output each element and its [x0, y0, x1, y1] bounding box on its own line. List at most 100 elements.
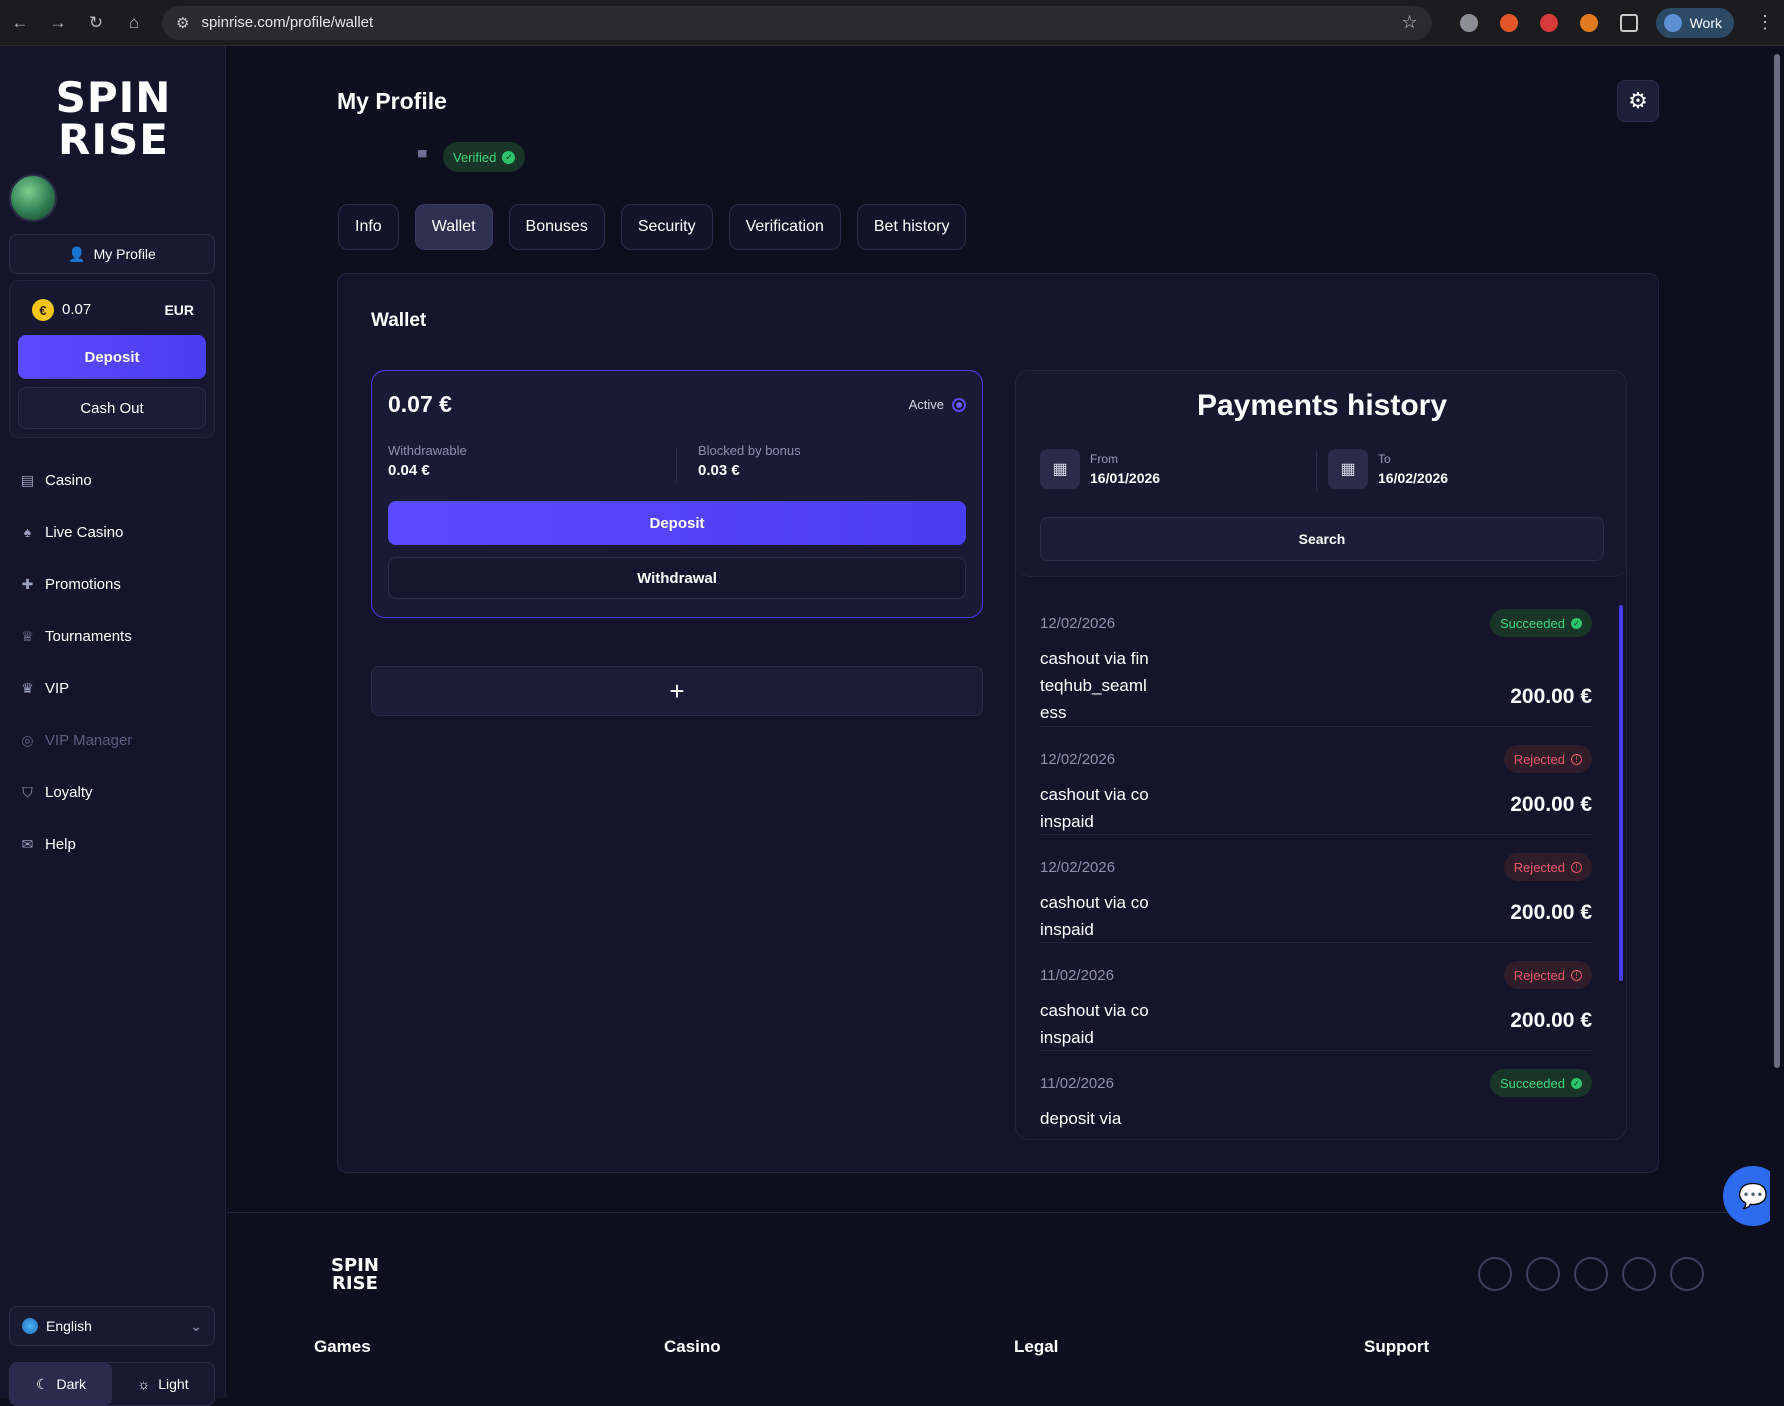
address-bar[interactable]: ⚙ spinrise.com/profile/wallet ☆: [162, 5, 1432, 40]
payment-amount: 200.00 €: [1510, 793, 1592, 816]
language-select[interactable]: English ⌄: [9, 1306, 215, 1346]
puzzle-icon[interactable]: [1619, 13, 1638, 32]
sidebar-item-label: Loyalty: [45, 783, 93, 801]
cash-out-button[interactable]: Cash Out: [18, 387, 206, 429]
settings-button[interactable]: ⚙: [1617, 80, 1659, 122]
tab-wallet[interactable]: Wallet: [414, 204, 493, 250]
footer: SPIN RISE Games Casino Legal Support: [227, 1212, 1770, 1398]
sidebar-item-promotions[interactable]: ✚ Promotions: [20, 558, 132, 610]
deposit-button[interactable]: Deposit: [388, 501, 966, 545]
check-circle-icon: ✓: [1571, 1077, 1582, 1089]
divider: [676, 447, 677, 483]
status-badge: Succeeded ✓: [1489, 609, 1592, 637]
list-item[interactable]: 12/02/2026 Succeeded ✓ cashout via finteq…: [1040, 591, 1592, 727]
add-wallet-button[interactable]: +: [371, 666, 983, 716]
footer-heading-games: Games: [314, 1337, 371, 1356]
tab-security[interactable]: Security: [620, 204, 713, 250]
logo[interactable]: SPIN RISE: [36, 74, 191, 164]
scrollbar[interactable]: [1619, 605, 1623, 981]
to-label: To: [1378, 452, 1391, 466]
list-item[interactable]: 11/02/2026 Rejected! cashout via coinspa…: [1040, 943, 1592, 1051]
wallet-card: Wallet 0.07 € Active Withdrawable 0.04 €…: [337, 273, 1659, 1173]
calendar-icon: ▦: [1040, 449, 1080, 489]
extension-icon[interactable]: [1539, 13, 1558, 32]
tab-bet-history[interactable]: Bet history: [856, 204, 967, 250]
back-icon[interactable]: ←: [10, 13, 30, 33]
tab-info[interactable]: Info: [338, 204, 399, 250]
verified-label: Verified: [453, 149, 497, 165]
wallet-active-label: Active: [908, 397, 944, 412]
sidebar-item-live-casino[interactable]: ♠ Live Casino: [20, 506, 132, 558]
footer-heading-casino: Casino: [664, 1337, 721, 1356]
footer-logo-bottom: RISE: [332, 1273, 378, 1294]
page-scrollbar-thumb[interactable]: [1774, 54, 1780, 1068]
status-label: Rejected: [1513, 967, 1565, 983]
language-label: English: [46, 1318, 92, 1334]
balance-currency: EUR: [164, 302, 194, 318]
payment-date: 11/02/2026: [1040, 967, 1114, 984]
site-info-icon[interactable]: ⚙: [176, 14, 189, 32]
payment-date: 12/02/2026: [1040, 859, 1116, 876]
crown-icon: ♛: [21, 679, 34, 696]
blocked-value: 0.03 €: [698, 462, 740, 479]
payment-amount: 200.00 €: [1510, 1009, 1592, 1032]
list-item[interactable]: 11/02/2026 Succeeded ✓ deposit via: [1040, 1051, 1592, 1139]
active-radio-icon[interactable]: [952, 397, 966, 412]
footer-logo[interactable]: SPIN RISE: [331, 1257, 379, 1293]
sidebar-item-help[interactable]: ✉ Help: [20, 818, 132, 870]
error-circle-icon: !: [1571, 861, 1582, 873]
tab-verification[interactable]: Verification: [728, 204, 841, 250]
status-badge: Rejected!: [1503, 961, 1592, 989]
page-scrollbar[interactable]: [1770, 46, 1784, 1398]
check-circle-icon: ✓: [1571, 617, 1582, 629]
status-label: Succeeded: [1499, 615, 1565, 631]
reload-icon[interactable]: ↻: [86, 13, 106, 33]
wallet-active-toggle[interactable]: Active: [909, 397, 966, 412]
trophy-icon: ♕: [21, 627, 34, 644]
payments-filter: Payments history ▦ From 16/01/2026 ▦ To 16…: [1016, 371, 1626, 577]
my-profile-button[interactable]: 👤 My Profile: [9, 234, 215, 274]
headset-icon: ◎: [21, 731, 34, 748]
profile-chip[interactable]: Work: [1655, 7, 1734, 38]
sidebar-menu: ▤ Casino ♠ Live Casino ✚ Promotions ♕ Tourna…: [20, 454, 132, 870]
list-item[interactable]: 12/02/2026 Rejected! cashout via coinspa…: [1040, 835, 1592, 943]
globe-icon: [22, 1318, 38, 1334]
logo-bottom: RISE: [58, 115, 169, 164]
sidebar-item-loyalty[interactable]: ⛉ Loyalty: [20, 766, 132, 818]
balance-panel: € 0.07 EUR Deposit Cash Out: [9, 280, 215, 438]
footer-partner-logos: [1478, 1257, 1704, 1291]
sidebar-item-tournaments[interactable]: ♕ Tournaments: [20, 610, 132, 662]
blocked-label: Blocked by bonus: [698, 443, 801, 458]
sidebar-item-label: Tournaments: [45, 627, 132, 645]
wallet-account[interactable]: 0.07 € Active Withdrawable 0.04 € Blocke…: [371, 370, 983, 618]
chevron-down-icon: ⌄: [190, 1317, 202, 1334]
avatar[interactable]: [9, 174, 57, 222]
sidebar-item-casino[interactable]: ▤ Casino: [20, 454, 132, 506]
user-icon: 👤: [68, 245, 86, 262]
withdrawal-button[interactable]: Withdrawal: [388, 557, 966, 599]
calendar-icon: ▦: [1328, 449, 1368, 489]
home-icon[interactable]: ⌂: [124, 13, 144, 33]
tab-bonuses[interactable]: Bonuses: [508, 204, 605, 250]
divider: [1316, 451, 1317, 491]
extension-icon[interactable]: [1499, 13, 1518, 32]
payment-date: 12/02/2026: [1040, 751, 1116, 768]
bookmark-star-icon[interactable]: ☆: [1401, 12, 1417, 33]
sidebar-deposit-button[interactable]: Deposit: [18, 335, 206, 379]
search-button[interactable]: Search: [1040, 517, 1604, 561]
theme-dark-label: Dark: [56, 1376, 87, 1392]
from-date-picker[interactable]: ▦ From 16/01/2026: [1040, 449, 1160, 489]
payment-amount: 200.00 €: [1510, 685, 1592, 708]
extension-icon[interactable]: [1459, 13, 1478, 32]
browser-menu-icon[interactable]: ⋮: [1756, 12, 1774, 33]
list-item[interactable]: 12/02/2026 Rejected! cashout via coinspa…: [1040, 727, 1592, 835]
to-date-picker[interactable]: ▦ To 16/02/2026: [1328, 449, 1448, 489]
theme-light-button[interactable]: ☼ Light: [112, 1363, 214, 1405]
extension-icon[interactable]: [1579, 13, 1598, 32]
theme-dark-button[interactable]: ☾ Dark: [10, 1363, 112, 1405]
error-circle-icon: !: [1571, 969, 1582, 981]
sidebar-item-vip[interactable]: ♛ VIP: [20, 662, 132, 714]
sidebar-item-vip-manager[interactable]: ◎ VIP Manager: [20, 714, 132, 766]
forward-icon[interactable]: →: [48, 13, 68, 33]
theme-light-label: Light: [158, 1376, 189, 1392]
